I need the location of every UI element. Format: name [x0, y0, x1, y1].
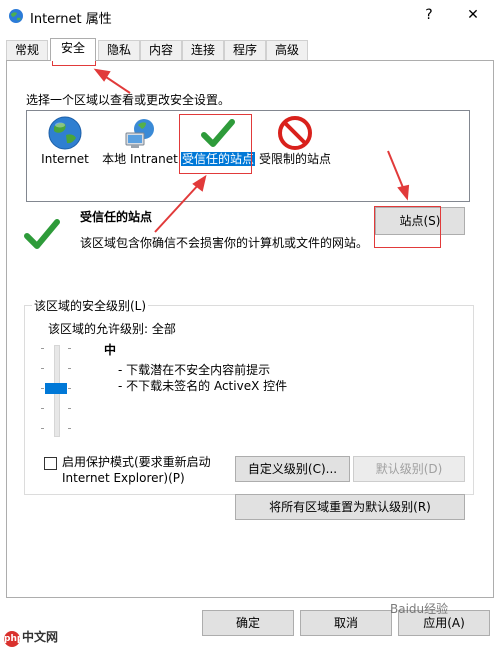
annotation-arrow-sites-button: [387, 150, 405, 191]
annotation-arrow-trusted-sites: [154, 182, 201, 233]
annotation-arrow-security-tab: [102, 74, 131, 94]
tab-security[interactable]: 安全: [50, 38, 96, 61]
annotation-arrows: [93, 68, 410, 233]
security-level-group-title: 该区域的安全级别(L): [32, 297, 149, 314]
baidu-watermark: Baidu经验: [390, 602, 449, 616]
php-watermark: php中文网: [4, 628, 58, 647]
